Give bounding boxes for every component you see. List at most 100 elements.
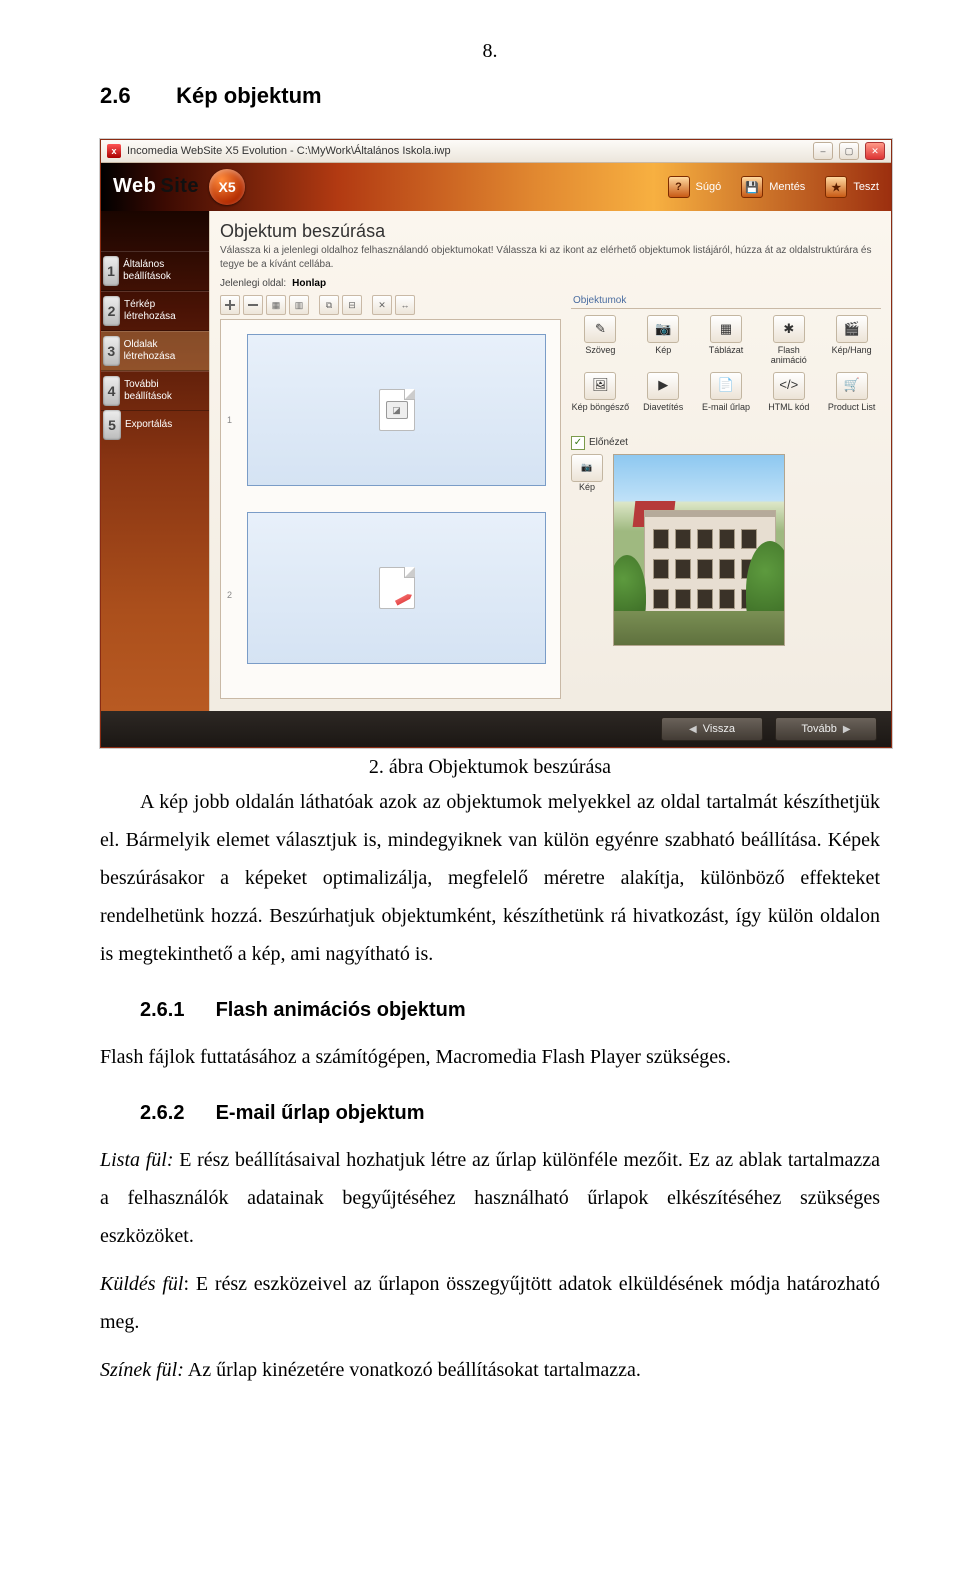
step-5[interactable]: 5 Exportálás (101, 411, 209, 439)
object-flash[interactable]: ✱ Flash animáció (759, 313, 818, 368)
cell-object-placeholder: ◪ (379, 389, 415, 431)
current-page-name: Honlap (292, 278, 326, 289)
layout-editor: ▦ ▥ ⧉ ⊟ ✕ ↔ 1 2 (220, 295, 561, 699)
current-page-label: Jelenlegi oldal: (220, 278, 286, 289)
brand-x5-icon: X5 (209, 169, 245, 205)
step-4[interactable]: 4 További beállítások (101, 371, 209, 411)
step-number-icon: 5 (103, 410, 121, 440)
sub2-paragraph-send: Küldés fül: E rész eszközeivel az űrlapo… (100, 1265, 880, 1341)
help-label: Súgó (696, 181, 722, 193)
app-icon: x (107, 144, 121, 158)
object-table[interactable]: ▦ Táblázat (697, 313, 756, 368)
panel-title: Objektum beszúrása (220, 221, 881, 242)
camera-icon: 📷 (571, 454, 603, 482)
list-tab-text: E rész beállításaival hozhatjuk létre az… (100, 1149, 880, 1247)
test-label: Teszt (853, 181, 879, 193)
figure-caption: 2. ábra Objektumok beszúrása (100, 756, 880, 779)
test-icon: ★ (825, 176, 847, 198)
object-product-list[interactable]: 🛒 Product List (822, 370, 881, 424)
wizard-footer: ◀ Vissza Tovább ▶ (101, 711, 891, 747)
preview-checkbox[interactable]: ✓ Előnézet (571, 436, 881, 450)
window-titlebar: x Incomedia WebSite X5 Evolution - C:\My… (101, 140, 891, 163)
add-row-button[interactable] (220, 295, 240, 315)
section-number: 2.6 (100, 83, 170, 109)
sub2-paragraph-list: Lista fül: E rész beállításaival hozhatj… (100, 1141, 880, 1255)
flash-icon: ✱ (773, 315, 805, 343)
step-number-icon: 4 (103, 376, 120, 406)
pencil-icon (391, 587, 415, 611)
app-logo: WebSite X5 (113, 169, 245, 205)
subsection-number: 2.6.2 (140, 1102, 210, 1125)
next-button[interactable]: Tovább ▶ (775, 717, 877, 741)
split-button[interactable]: ⊟ (342, 295, 362, 315)
object-image-browser[interactable]: 🖼 Kép böngésző (571, 370, 630, 424)
object-slideshow[interactable]: ▶ Diavetítés (634, 370, 693, 424)
clear-button[interactable]: ✕ (372, 295, 392, 315)
layout-grid[interactable]: 1 2 ◪ (220, 319, 561, 699)
help-icon: ? (668, 176, 690, 198)
remove-col-button[interactable]: ▥ (289, 295, 309, 315)
back-label: Vissza (703, 723, 735, 735)
table-icon: ▦ (710, 315, 742, 343)
app-window: x Incomedia WebSite X5 Evolution - C:\My… (100, 139, 892, 748)
subsection-title: Flash animációs objektum (216, 999, 466, 1021)
object-image[interactable]: 📷 Kép (634, 313, 693, 368)
object-image-sound[interactable]: 🎬 Kép/Hang (822, 313, 881, 368)
preview-selected-object[interactable]: 📷 Kép (571, 454, 603, 492)
list-tab-label: Lista fül: (100, 1149, 174, 1171)
section-title: Kép objektum (176, 83, 321, 108)
intro-paragraph: A kép jobb oldalán láthatóak azok az obj… (100, 783, 880, 973)
minimize-button[interactable]: – (813, 142, 833, 160)
sub1-paragraph: Flash fájlok futtatásához a számítógépen… (100, 1038, 880, 1076)
step-number-icon: 2 (103, 296, 120, 326)
camera-icon: ◪ (386, 401, 408, 419)
next-label: Tovább (801, 723, 836, 735)
preview-image (613, 454, 785, 646)
row-index-1: 1 (227, 415, 232, 425)
step-number-icon: 3 (103, 336, 120, 366)
step-2[interactable]: 2 Térkép létrehozása (101, 291, 209, 331)
send-tab-text: : E rész eszközeivel az űrlapon összegyű… (100, 1273, 880, 1333)
close-button[interactable]: ✕ (865, 142, 885, 160)
page-number: 8. (100, 40, 880, 63)
gallery-icon: 🖼 (584, 372, 616, 400)
subsection-heading-2: 2.6.2 E-mail űrlap objektum (140, 1102, 880, 1125)
colors-tab-label: Színek fül: (100, 1359, 184, 1381)
save-button[interactable]: 💾 Mentés (741, 176, 805, 198)
play-icon: ▶ (647, 372, 679, 400)
objects-panel: Objektumok ✎ Szöveg 📷 Kép ▦ (571, 295, 881, 699)
subsection-number: 2.6.1 (140, 999, 210, 1022)
remove-row-button[interactable] (243, 295, 263, 315)
add-col-button[interactable]: ▦ (266, 295, 286, 315)
step-label: Térkép létrehozása (124, 299, 205, 323)
test-button[interactable]: ★ Teszt (825, 176, 879, 198)
code-icon: </> (773, 372, 805, 400)
object-email-form[interactable]: 📄 E-mail űrlap (697, 370, 756, 424)
step-1[interactable]: 1 Általános beállítások (101, 251, 209, 291)
merge-button[interactable]: ⧉ (319, 295, 339, 315)
chevron-left-icon: ◀ (689, 724, 697, 735)
objects-group-title: Objektumok (571, 295, 881, 309)
editor-toolbar: ▦ ▥ ⧉ ⊟ ✕ ↔ (220, 295, 561, 315)
width-button[interactable]: ↔ (395, 295, 415, 315)
checkbox-icon: ✓ (571, 436, 585, 450)
layout-cell-1[interactable]: ◪ (247, 334, 546, 486)
object-html[interactable]: </> HTML kód (759, 370, 818, 424)
pencil-icon: ✎ (584, 315, 616, 343)
content-area: 1 Általános beállítások 2 Térkép létreho… (101, 211, 891, 711)
help-button[interactable]: ? Súgó (668, 176, 722, 198)
main-panel: Objektum beszúrása Válassza ki a jelenle… (209, 211, 891, 711)
step-label: Exportálás (125, 419, 172, 431)
maximize-button[interactable]: ▢ (839, 142, 859, 160)
step-3[interactable]: 3 Oldalak létrehozása (101, 331, 209, 371)
preview-object-label: Kép (579, 482, 595, 492)
window-title: Incomedia WebSite X5 Evolution - C:\MyWo… (127, 145, 807, 157)
back-button[interactable]: ◀ Vissza (661, 717, 763, 741)
layout-cell-2[interactable] (247, 512, 546, 664)
step-label: Általános beállítások (123, 259, 205, 283)
object-text[interactable]: ✎ Szöveg (571, 313, 630, 368)
save-icon: 💾 (741, 176, 763, 198)
subsection-title: E-mail űrlap objektum (216, 1102, 425, 1124)
camera-icon: 📷 (647, 315, 679, 343)
sub2-paragraph-colors: Színek fül: Az űrlap kinézetére vonatkoz… (100, 1351, 880, 1389)
